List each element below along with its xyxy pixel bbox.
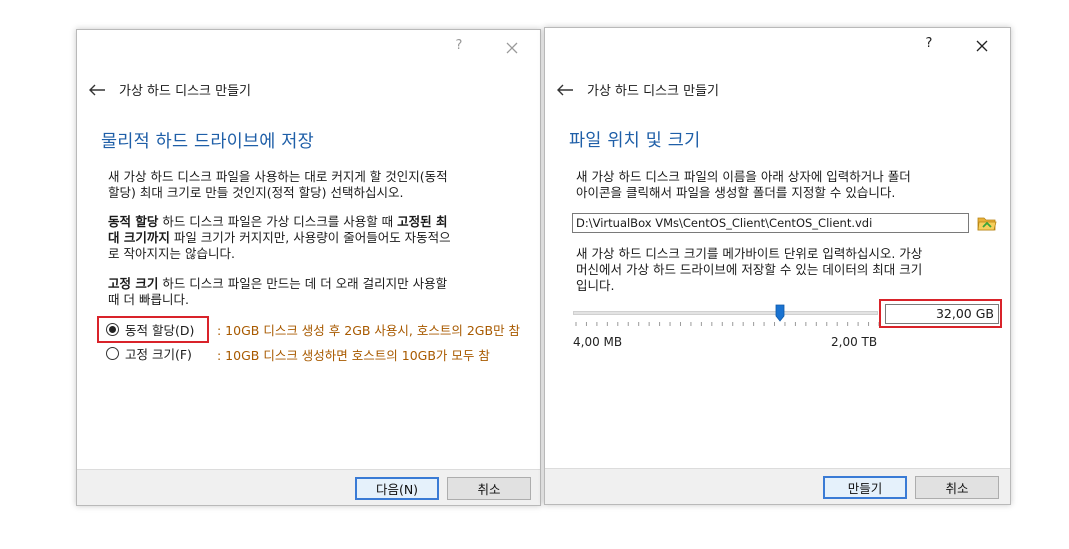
dialog-title: 가상 하드 디스크 만들기 [587,84,719,99]
slider-ticks [575,322,880,326]
create-button[interactable]: 만들기 [823,476,907,499]
cancel-button[interactable]: 취소 [447,477,531,500]
radio-fixed-indicator[interactable] [106,347,119,360]
annotation-fixed: : 10GB 디스크 생성하면 호스트의 10GB가 모두 참 [215,343,493,366]
intro-text: 새 가상 하드 디스크 파일을 사용하는 대로 커지게 할 것인지(동적 할당)… [108,169,448,200]
size-slider-thumb[interactable] [775,304,785,322]
radio-dynamic-indicator[interactable] [106,323,119,336]
page-heading: 파일 위치 및 크기 [569,131,701,151]
location-description: 새 가상 하드 디스크 파일의 이름을 아래 상자에 입력하거나 폴더 아이콘을… [576,169,911,200]
next-button[interactable]: 다음(N) [355,477,439,500]
dialog-header: 가상 하드 디스크 만들기 [555,80,719,99]
file-path-input[interactable]: D:\VirtualBox VMs\CentOS_Client\CentOS_C… [572,213,969,233]
cancel-button[interactable]: 취소 [915,476,999,499]
dialog-header: 가상 하드 디스크 만들기 [87,80,251,99]
dialog-storage-type: ? 가상 하드 디스크 만들기 물리적 하드 드라이브에 저장 새 가상 하드 … [76,29,541,506]
size-description: 새 가상 하드 디스크 크기를 메가바이트 단위로 입력하십시오. 가상 머신에… [576,246,923,293]
back-arrow-icon[interactable] [555,83,575,97]
dialog-file-location: ? 가상 하드 디스크 만들기 파일 위치 및 크기 새 가상 하드 디스크 파… [544,27,1011,505]
button-bar: 만들기 취소 [545,468,1010,504]
button-bar: 다음(N) 취소 [77,469,540,505]
back-arrow-icon[interactable] [87,83,107,97]
dynamic-description: 동적 할당 하드 디스크 파일은 가상 디스크를 사용할 때 고정된 최 대 크… [108,214,451,261]
page-heading: 물리적 하드 드라이브에 저장 [101,132,314,152]
slider-min-label: 4,00 MB [573,335,623,349]
dialog-title: 가상 하드 디스크 만들기 [119,84,251,99]
radio-fixed[interactable]: 고정 크기(F) [106,344,192,363]
folder-icon[interactable] [977,213,997,233]
slider-max-label: 2,00 TB [831,335,878,349]
close-icon[interactable] [500,36,524,60]
help-button[interactable]: ? [450,38,468,53]
annotation-dynamic: : 10GB 디스크 생성 후 2GB 사용시, 호스트의 2GB만 참 [215,318,524,341]
size-input[interactable]: 32,00 GB [885,304,999,324]
radio-fixed-label: 고정 크기(F) [125,347,192,362]
radio-dynamic-label: 동적 할당(D) [125,323,195,338]
help-button[interactable]: ? [920,36,938,51]
close-icon[interactable] [970,34,994,58]
radio-dynamic[interactable]: 동적 할당(D) [106,320,194,339]
fixed-description: 고정 크기 하드 디스크 파일은 만드는 데 더 오래 걸리지만 사용할 때 더… [108,276,448,307]
size-slider-track[interactable] [573,311,878,315]
